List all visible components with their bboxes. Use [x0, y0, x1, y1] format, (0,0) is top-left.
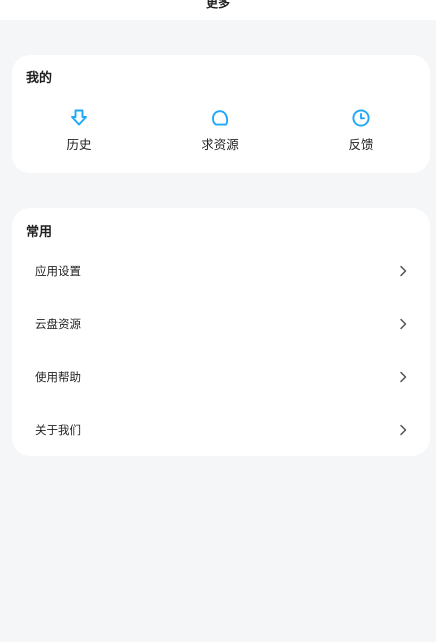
common-card: 常用 应用设置 云盘资源 使用帮助 关于我们: [12, 208, 430, 456]
feedback-label: 反馈: [348, 137, 374, 152]
request-resource-label: 求资源: [201, 137, 239, 152]
usage-help-label: 使用帮助: [35, 370, 81, 384]
history-arrow-icon: [71, 109, 87, 126]
request-resource-button[interactable]: 求资源: [180, 107, 260, 153]
usage-help-row[interactable]: 使用帮助: [12, 358, 430, 398]
top-bar: 更多: [0, 0, 436, 20]
mine-card: 我的 历史 求资源 反馈: [12, 55, 430, 173]
common-card-title: 常用: [26, 225, 53, 240]
chevron-right-icon: [400, 265, 407, 277]
history-button[interactable]: 历史: [39, 107, 119, 153]
feedback-clock-icon: [352, 109, 370, 127]
chevron-right-icon: [400, 424, 407, 436]
request-bubble-icon: [212, 110, 229, 126]
feedback-button[interactable]: 反馈: [321, 107, 401, 153]
chevron-right-icon: [400, 318, 407, 330]
mine-card-title: 我的: [26, 71, 53, 86]
cloud-resources-label: 云盘资源: [35, 317, 81, 331]
cloud-resources-row[interactable]: 云盘资源: [12, 305, 430, 345]
about-us-label: 关于我们: [35, 423, 81, 437]
about-us-row[interactable]: 关于我们: [12, 411, 430, 451]
app-settings-label: 应用设置: [35, 264, 81, 278]
history-label: 历史: [66, 137, 92, 152]
app-settings-row[interactable]: 应用设置: [12, 252, 430, 292]
page-title: 更多: [205, 0, 230, 10]
chevron-right-icon: [400, 371, 407, 383]
